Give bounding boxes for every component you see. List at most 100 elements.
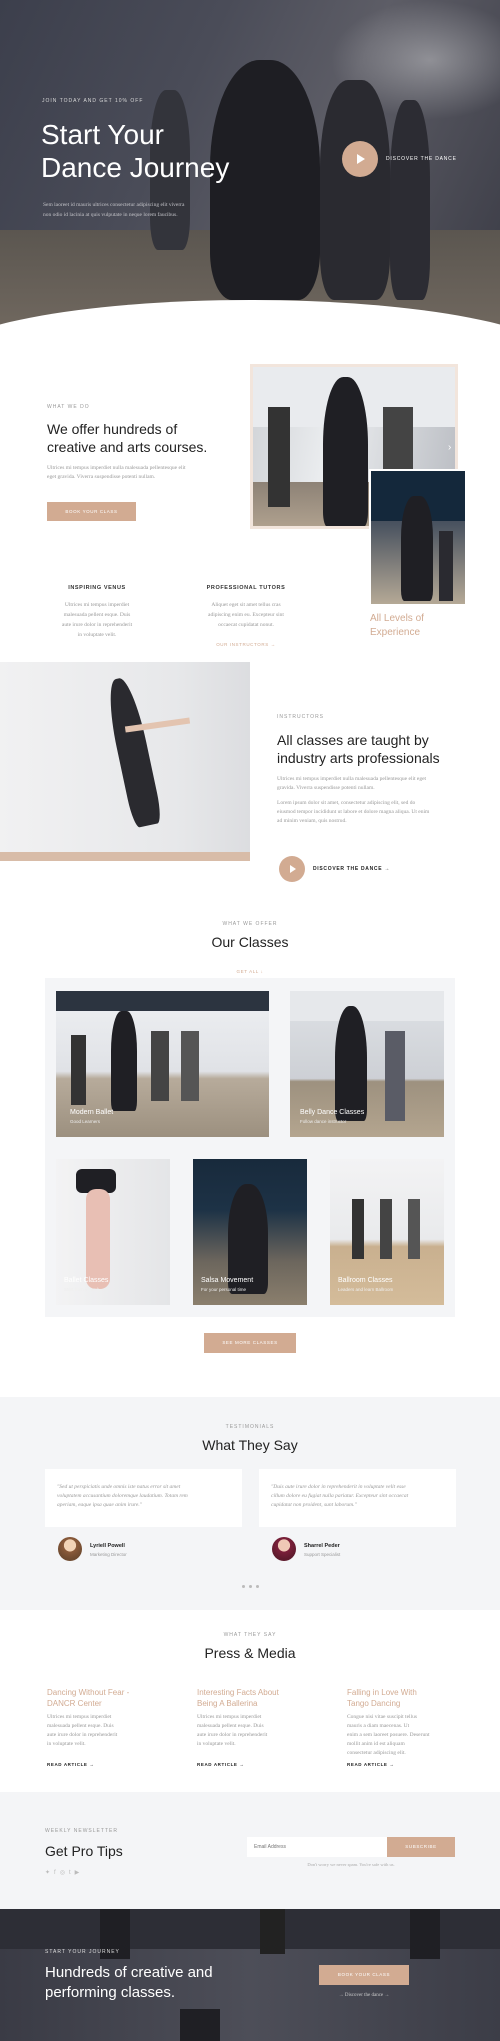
play-button[interactable] bbox=[279, 856, 305, 882]
press-text-line: in voluptate velit. bbox=[197, 1741, 236, 1747]
instructors-discover-link[interactable]: DISCOVER THE DANCE → bbox=[313, 866, 390, 872]
hero-discover-link[interactable]: DISCOVER THE DANCE bbox=[386, 156, 457, 162]
feature-text-line: Ultrices mi tempus imperdiet bbox=[64, 602, 130, 608]
levels-text-line: Experience bbox=[370, 627, 421, 638]
see-more-classes-button[interactable]: SEE MORE CLASSES bbox=[204, 1333, 296, 1353]
quote-line: aperiam, eaque ipsa quae anim irure." bbox=[57, 1502, 143, 1508]
press-text-line: Ultrices mi tempus imperdiet bbox=[197, 1714, 262, 1720]
feature-text-line: aute irure dolor in reprehenderit bbox=[61, 622, 133, 628]
instructors-link[interactable]: OUR INSTRUCTORS → bbox=[196, 642, 296, 647]
testimonial-quote: "Duis aute irure dolor in reprehenderit … bbox=[259, 1469, 456, 1527]
class-card[interactable]: Modern Ballet Good Learners bbox=[56, 991, 269, 1137]
press-text-line: mauris a diam maecenas. Ut bbox=[347, 1723, 410, 1729]
press-text-line: in voluptate velit. bbox=[47, 1741, 86, 1747]
press-text-line: aute irure dolor in reprehenderit bbox=[47, 1732, 118, 1738]
class-card-name: Modern Ballet bbox=[70, 1109, 114, 1116]
press-article-title[interactable]: Interesting Facts About Being A Ballerin… bbox=[197, 1687, 279, 1709]
classes-kicker: WHAT WE OFFER bbox=[222, 921, 278, 927]
youtube-icon[interactable]: ▶ bbox=[75, 1870, 84, 1876]
hero-title-line: Dance Journey bbox=[41, 152, 230, 183]
footer-title-line: Hundreds of creative and bbox=[45, 1964, 213, 1981]
press-kicker: WHAT THEY SAY bbox=[223, 1632, 277, 1638]
hero-kicker: JOIN TODAY AND GET 10% OFF bbox=[42, 98, 144, 104]
about-title-line: We offer hundreds of bbox=[47, 421, 178, 437]
carousel-dots[interactable] bbox=[0, 1575, 500, 1593]
read-article-link[interactable]: READ ARTICLE → bbox=[197, 1762, 244, 1767]
avatar bbox=[272, 1537, 296, 1561]
press-text-line: consectetur adipiscing elit. bbox=[347, 1750, 406, 1756]
testimonial-role: Support Specialist bbox=[304, 1552, 341, 1557]
hero-text-line: Sem laoreet id mauris ultrices consectet… bbox=[43, 202, 185, 208]
instructors-text-line: eiusmod tempor incididunt ut labore et d… bbox=[277, 809, 430, 815]
class-card[interactable]: Belly Dance Classes Follow dance instruc… bbox=[290, 991, 444, 1137]
feature-text-line: malesuada pellent esque. Duis bbox=[63, 612, 131, 618]
press-text-line: malesuada pellent esque. Duis bbox=[197, 1723, 264, 1729]
quote-line: voluptatem accusantium doloremque laudat… bbox=[57, 1493, 188, 1499]
hero-title: Start Your Dance Journey bbox=[41, 118, 229, 184]
classes-filter[interactable]: GET ALL ↓ bbox=[0, 969, 500, 974]
quote-line: "Sed ut perspiciatis unde omnis iste nat… bbox=[57, 1484, 181, 1490]
book-class-button[interactable]: BOOK YOUR CLASS bbox=[47, 502, 136, 521]
about-title-line: creative and arts courses. bbox=[47, 439, 208, 455]
press-title: Press & Media bbox=[204, 1645, 296, 1661]
feature-text-line: in voluptate velit. bbox=[77, 632, 117, 638]
class-card-sub: Follow dance instructor bbox=[300, 1119, 347, 1124]
about-text: Ultrices mi tempus imperdiet nulla males… bbox=[47, 464, 186, 482]
instructors-title-line: industry arts professionals bbox=[277, 750, 440, 766]
instructors-text-line: Lorem ipsum dolor sit amet, consectetur … bbox=[277, 800, 416, 806]
instagram-icon[interactable]: ◎ bbox=[60, 1870, 69, 1876]
class-card-name: Ballet Classes bbox=[64, 1277, 109, 1284]
class-card[interactable]: Salsa Movement For your personal time bbox=[193, 1159, 307, 1305]
hero-text-line: non odio id lacinia at quis vulputate in… bbox=[43, 212, 178, 218]
avatar bbox=[58, 1537, 82, 1561]
class-card-name: Salsa Movement bbox=[201, 1277, 254, 1284]
instructors-kicker: INSTRUCTORS bbox=[277, 714, 325, 720]
instructors-text-line: gravida. Viverra suspendisse potenti nul… bbox=[277, 785, 375, 791]
levels-text: All Levels of Experience bbox=[370, 612, 424, 640]
footer-title-line: performing classes. bbox=[45, 1984, 176, 2001]
feature-text: Ultrices mi tempus imperdiet malesuada p… bbox=[47, 600, 147, 640]
feature-text-line: adipiscing enim eu. Excepteur sint bbox=[208, 612, 284, 618]
feature-text-line: Aliquet eget sit amet tellus cras bbox=[211, 602, 281, 608]
feature-title: INSPIRING VENUS bbox=[68, 585, 126, 591]
press-article-title-line: Tango Dancing bbox=[347, 1699, 401, 1708]
footer-title: Hundreds of creative and performing clas… bbox=[45, 1963, 213, 2003]
press-article-title-line: Being A Ballerina bbox=[197, 1699, 258, 1708]
class-card[interactable]: Ballroom Classes Leaders and learn Ballr… bbox=[330, 1159, 444, 1305]
instructors-text-line: Ultrices mi tempus imperdiet nulla males… bbox=[277, 776, 427, 782]
testimonial-role: Marketing Director bbox=[90, 1552, 127, 1557]
press-text-line: malesuada pellent esque. Duis bbox=[47, 1723, 114, 1729]
press-article-title[interactable]: Dancing Without Fear - DANCR Center bbox=[47, 1687, 129, 1709]
chevron-right-icon[interactable]: › bbox=[448, 442, 451, 453]
feature-title: PROFESSIONAL TUTORS bbox=[206, 585, 286, 591]
hero-section: JOIN TODAY AND GET 10% OFF Start Your Da… bbox=[0, 0, 500, 325]
play-icon bbox=[290, 865, 296, 873]
testimonials-title: What They Say bbox=[202, 1437, 298, 1453]
class-card-sub: Leaders and learn Ballroom bbox=[338, 1287, 394, 1292]
press-text-line: Congue nisi vitae suscipit tellus bbox=[347, 1714, 417, 1720]
footer-kicker: START YOUR JOURNEY bbox=[45, 1949, 120, 1955]
press-article-title-line: Dancing Without Fear - bbox=[47, 1688, 130, 1697]
read-article-link[interactable]: READ ARTICLE → bbox=[347, 1762, 394, 1767]
quote-line: "Duis aute irure dolor in reprehenderit … bbox=[271, 1484, 406, 1490]
press-article-title[interactable]: Falling in Love With Tango Dancing bbox=[347, 1687, 417, 1709]
twitter-icon[interactable]: ✦ bbox=[45, 1870, 54, 1876]
read-article-link[interactable]: READ ARTICLE → bbox=[47, 1762, 94, 1767]
press-text-line: mollit anim id est aliquam bbox=[347, 1741, 405, 1747]
about-text-line: Ultrices mi tempus imperdiet nulla males… bbox=[47, 465, 186, 471]
press-article-title-line: DANCR Center bbox=[47, 1699, 102, 1708]
feature-text-line: occaecat cupidatat nonut. bbox=[218, 622, 274, 628]
class-card[interactable]: Ballet Classes Start from scratch bbox=[56, 1159, 170, 1305]
play-button[interactable] bbox=[342, 141, 378, 177]
footer-discover-link[interactable]: → Discover the dance → bbox=[319, 1993, 409, 1998]
instructors-image bbox=[0, 662, 250, 861]
play-icon bbox=[357, 154, 365, 164]
press-text-line: aute irure dolor in reprehenderit bbox=[197, 1732, 268, 1738]
press-article-text: Ultrices mi tempus imperdiet malesuada p… bbox=[197, 1713, 267, 1749]
subscribe-button[interactable]: SUBSCRIBE bbox=[387, 1837, 455, 1857]
about-title: We offer hundreds of creative and arts c… bbox=[47, 420, 207, 456]
footer-book-class-button[interactable]: BOOK YOUR CLASS bbox=[319, 1965, 409, 1985]
testimonial-quote: "Sed ut perspiciatis unde omnis iste nat… bbox=[45, 1469, 242, 1527]
email-field[interactable] bbox=[247, 1837, 387, 1857]
instructors-title-line: All classes are taught by bbox=[277, 732, 429, 748]
